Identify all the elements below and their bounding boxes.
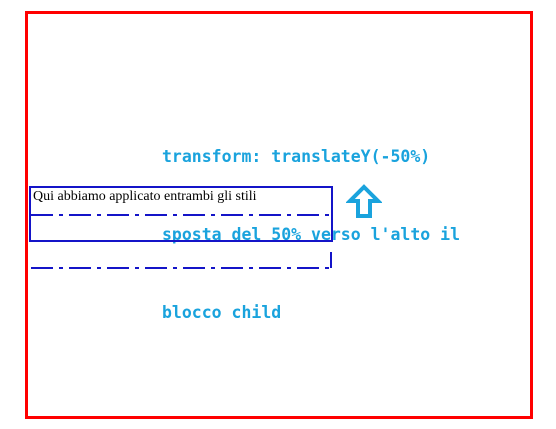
arrow-up-icon [346, 184, 382, 218]
caption-line-3: blocco child [162, 303, 282, 322]
child-text: Qui abbiamo applicato entrambi gli stili [33, 189, 257, 204]
child-block: Qui abbiamo applicato entrambi gli stili [29, 186, 333, 242]
caption-line-1: transform: translateY(-50%) [162, 147, 431, 166]
